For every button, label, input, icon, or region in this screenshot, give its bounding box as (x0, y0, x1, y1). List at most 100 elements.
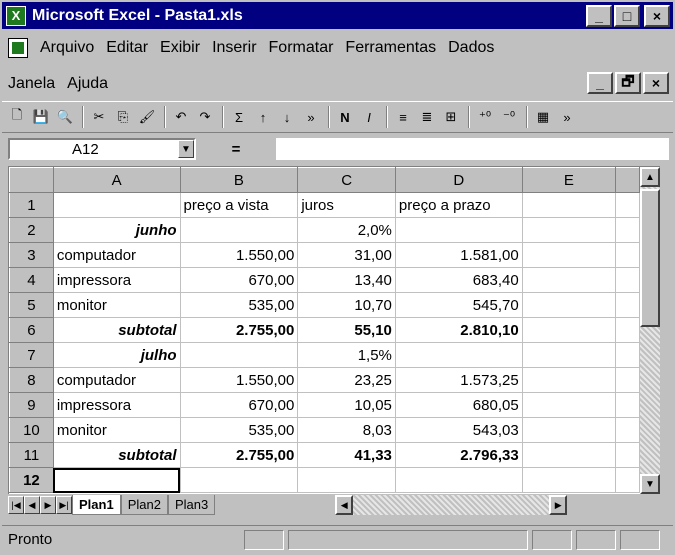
scroll-up-icon[interactable]: ▲ (640, 167, 660, 187)
cell-c12[interactable] (297, 467, 396, 493)
new-icon[interactable]: 🗋 (6, 106, 28, 128)
cell-b4[interactable]: 670,00 (180, 267, 299, 293)
row-header-4[interactable]: 4 (9, 267, 54, 293)
cell-f2[interactable] (615, 217, 640, 243)
prev-sheet-icon[interactable]: ◀ (24, 496, 40, 514)
cell-e12[interactable] (522, 467, 617, 493)
row-header-8[interactable]: 8 (9, 367, 54, 393)
cell-d6[interactable]: 2.810,10 (395, 317, 523, 343)
chevron-down-icon[interactable]: ▼ (178, 140, 194, 158)
redo-icon[interactable]: ↷ (194, 106, 216, 128)
worksheet-grid[interactable]: A B C D E 1 preço a vista juros preço a pra… (8, 166, 640, 494)
cell-e2[interactable] (522, 217, 617, 243)
column-header-a[interactable]: A (52, 167, 181, 193)
cell-a9[interactable]: impressora (53, 392, 181, 418)
align-center-icon[interactable]: ≡ (392, 106, 414, 128)
menu-inserir[interactable]: Inserir (206, 39, 262, 57)
cell-d3[interactable]: 1.581,00 (395, 242, 523, 268)
cell-b2[interactable] (180, 217, 299, 243)
cell-e5[interactable] (522, 292, 617, 318)
cell-f9[interactable] (615, 392, 640, 418)
cell-b7[interactable] (180, 342, 299, 368)
cell-f7[interactable] (615, 342, 640, 368)
format-painter-icon[interactable]: 🖌 (136, 106, 158, 128)
scroll-right-icon[interactable]: ▶ (549, 495, 568, 515)
cell-a1[interactable] (53, 192, 181, 218)
column-header-b[interactable]: B (179, 167, 299, 193)
cell-a5[interactable]: monitor (53, 292, 181, 318)
cell-f4[interactable] (615, 267, 640, 293)
increase-decimal-icon[interactable]: ⁺⁰ (474, 106, 496, 128)
italic-icon[interactable]: I (358, 106, 380, 128)
next-sheet-icon[interactable]: ▶ (40, 496, 56, 514)
row-header-11[interactable]: 11 (9, 442, 54, 468)
cell-b3[interactable]: 1.550,00 (180, 242, 299, 268)
cell-d7[interactable] (395, 342, 523, 368)
first-sheet-icon[interactable]: |◀ (8, 496, 24, 514)
cut-icon[interactable]: ✂ (88, 106, 110, 128)
cell-c3[interactable]: 31,00 (297, 242, 396, 268)
cell-b11[interactable]: 2.755,00 (180, 442, 299, 468)
cell-b1[interactable]: preço a vista (180, 192, 299, 218)
toolbar-more-icon[interactable]: » (556, 106, 578, 128)
row-header-1[interactable]: 1 (9, 192, 54, 218)
cell-c1[interactable]: juros (297, 192, 396, 218)
cell-a4[interactable]: impressora (53, 267, 181, 293)
cell-d5[interactable]: 545,70 (395, 292, 523, 318)
cell-e6[interactable] (522, 317, 617, 343)
cell-c4[interactable]: 13,40 (297, 267, 396, 293)
last-sheet-icon[interactable]: ▶| (56, 496, 72, 514)
cell-b12[interactable] (180, 467, 299, 493)
cell-d10[interactable]: 543,03 (395, 417, 523, 443)
cell-d1[interactable]: preço a prazo (395, 192, 523, 218)
copy-icon[interactable]: ⎘ (112, 106, 134, 128)
maximize-button[interactable]: □ (614, 5, 640, 27)
row-header-10[interactable]: 10 (9, 417, 54, 443)
cell-b10[interactable]: 535,00 (180, 417, 299, 443)
save-icon[interactable]: 💾 (30, 106, 52, 128)
scroll-thumb[interactable] (640, 189, 660, 327)
sort-descending-icon[interactable]: ↓ (276, 106, 298, 128)
row-header-9[interactable]: 9 (9, 392, 54, 418)
cell-f6[interactable] (615, 317, 640, 343)
column-header-d[interactable]: D (394, 167, 523, 193)
cell-d12[interactable] (395, 467, 523, 493)
workbook-icon[interactable] (8, 38, 28, 58)
cell-a10[interactable]: monitor (53, 417, 181, 443)
menu-formatar[interactable]: Formatar (263, 39, 340, 57)
equals-button[interactable]: = (196, 141, 276, 158)
cell-e7[interactable] (522, 342, 617, 368)
cell-d8[interactable]: 1.573,25 (395, 367, 523, 393)
cell-d4[interactable]: 683,40 (395, 267, 523, 293)
cell-a2[interactable]: junho (53, 217, 181, 243)
column-header-e[interactable]: E (521, 167, 617, 193)
workbook-minimize-button[interactable]: _ (587, 72, 613, 94)
title-bar[interactable]: X Microsoft Excel - Pasta1.xls _ □ × (2, 2, 673, 29)
decrease-decimal-icon[interactable]: ⁻⁰ (498, 106, 520, 128)
menu-arquivo[interactable]: Arquivo (34, 39, 100, 57)
cell-b6[interactable]: 2.755,00 (180, 317, 299, 343)
cell-c8[interactable]: 23,25 (297, 367, 396, 393)
autosum-icon[interactable]: Σ (228, 106, 250, 128)
minimize-button[interactable]: _ (586, 5, 612, 27)
row-header-2[interactable]: 2 (9, 217, 54, 243)
cell-f8[interactable] (615, 367, 640, 393)
cell-d11[interactable]: 2.796,33 (395, 442, 523, 468)
row-header-5[interactable]: 5 (9, 292, 54, 318)
cell-f1[interactable] (615, 192, 640, 218)
horizontal-scrollbar[interactable]: ◀ ▶ (335, 495, 568, 515)
cell-d9[interactable]: 680,05 (395, 392, 523, 418)
cell-e9[interactable] (522, 392, 617, 418)
cell-e8[interactable] (522, 367, 617, 393)
menu-editar[interactable]: Editar (100, 39, 154, 57)
vertical-scrollbar[interactable]: ▲ ▼ (640, 166, 660, 494)
cell-f10[interactable] (615, 417, 640, 443)
align-right-icon[interactable]: ≣ (416, 106, 438, 128)
toolbar-more-icon[interactable]: » (300, 106, 322, 128)
tab-plan2[interactable]: Plan2 (120, 495, 168, 515)
cell-c9[interactable]: 10,05 (297, 392, 396, 418)
undo-icon[interactable]: ↶ (170, 106, 192, 128)
row-header-6[interactable]: 6 (9, 317, 54, 343)
cell-f11[interactable] (615, 442, 640, 468)
cell-f3[interactable] (615, 242, 640, 268)
